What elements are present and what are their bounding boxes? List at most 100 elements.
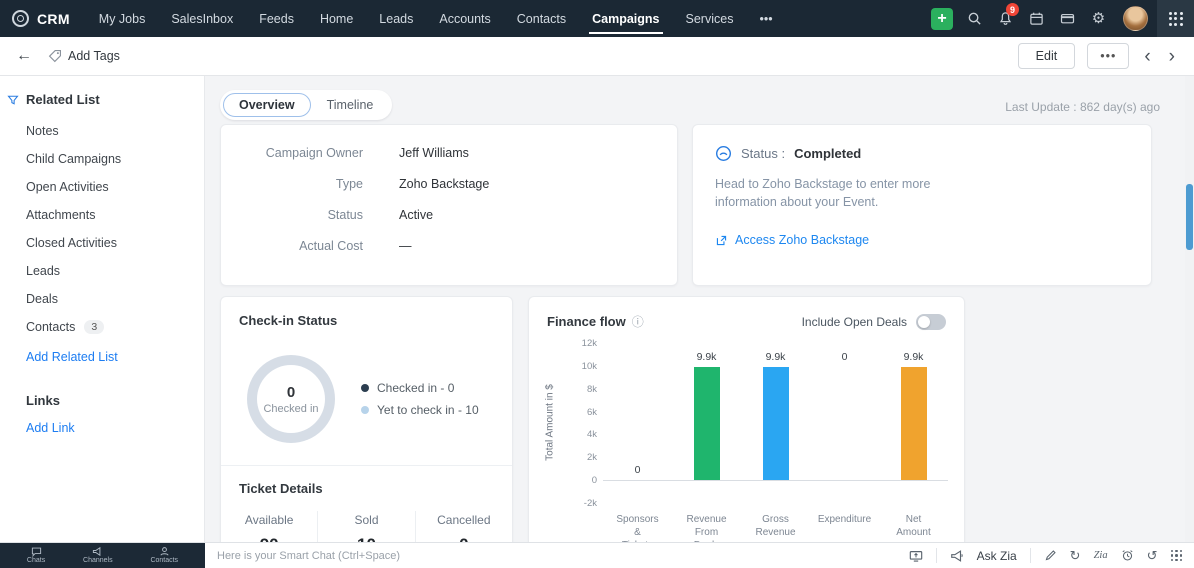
- add-tags-button[interactable]: Add Tags: [48, 49, 120, 63]
- detail-label: Actual Cost: [299, 239, 363, 253]
- ticket-col-value: 10: [318, 535, 414, 542]
- apps-grid-icon[interactable]: [1157, 0, 1194, 37]
- related-list-title: Related List: [26, 92, 100, 107]
- finance-chart-bar[interactable]: [693, 367, 720, 481]
- detail-row: Status Active: [221, 208, 677, 222]
- add-related-list-link[interactable]: Add Related List: [0, 341, 204, 373]
- finance-chart-category-label: Net Amount: [896, 514, 931, 538]
- settings-gear-icon[interactable]: ⚙: [1083, 0, 1114, 37]
- sidebar-item-label: Contacts: [26, 320, 76, 334]
- tab-timeline[interactable]: Timeline: [311, 93, 390, 117]
- previous-record-button[interactable]: ‹: [1141, 47, 1153, 66]
- sidebar-item-child-campaigns[interactable]: Child Campaigns: [0, 145, 204, 173]
- sidebar-item-notes[interactable]: Notes: [0, 117, 204, 145]
- detail-label: Campaign Owner: [265, 146, 363, 160]
- more-actions-button[interactable]: •••: [1087, 43, 1130, 69]
- info-icon[interactable]: ⓘ: [632, 313, 644, 330]
- finance-chart-value-label: 9.9k: [903, 351, 924, 363]
- zia-icon[interactable]: Zia: [1094, 550, 1108, 561]
- nav-item-home[interactable]: Home: [307, 0, 366, 37]
- add-link-link[interactable]: Add Link: [0, 412, 204, 444]
- finance-toggle-group: Include Open Deals: [801, 313, 946, 330]
- finance-chart-value-label: 0: [841, 351, 848, 363]
- detail-value-campaign-owner[interactable]: Jeff Williams: [399, 146, 469, 160]
- sidebar-item-open-activities[interactable]: Open Activities: [0, 173, 204, 201]
- sidebar-item-leads[interactable]: Leads: [0, 257, 204, 285]
- nav-item-salesinbox[interactable]: SalesInbox: [158, 0, 246, 37]
- dock-item-channels[interactable]: Channels: [83, 546, 113, 565]
- finance-chart-xlabels: Sponsors&Tickets RevenueFromDeals GrossRev…: [603, 513, 948, 542]
- ticket-col-available: Available 90: [221, 511, 317, 542]
- finance-chart-bar[interactable]: [762, 367, 789, 481]
- checkin-body: 0 Checked in Checked in - 0 Yet to check…: [221, 328, 512, 465]
- ticket-col-value: 90: [221, 535, 317, 542]
- navbar-actions: + 9 ⚙: [925, 0, 1194, 37]
- chat-apps-grid-icon[interactable]: [1170, 549, 1182, 562]
- dock-item-contacts[interactable]: Contacts: [150, 546, 178, 565]
- finance-chart-column: 9.9k: [879, 343, 948, 503]
- detail-value-status[interactable]: Active: [399, 208, 433, 222]
- brand[interactable]: CRM: [0, 10, 86, 27]
- nav-item-campaigns[interactable]: Campaigns: [579, 0, 672, 37]
- alarm-clock-icon[interactable]: [1121, 549, 1134, 562]
- finance-chart-ytick: 8k: [586, 383, 597, 395]
- next-record-button[interactable]: ›: [1166, 47, 1178, 66]
- ticket-details-section: Ticket Details Available 90 Sold 10 Canc…: [221, 466, 512, 542]
- sidebar-item-closed-activities[interactable]: Closed Activities: [0, 229, 204, 257]
- payments-card-icon[interactable]: [1052, 0, 1083, 37]
- vertical-scrollbar-thumb[interactable]: [1186, 184, 1193, 250]
- record-toolbar: ← Add Tags Edit ••• ‹ ›: [0, 37, 1194, 76]
- view-tabs: Overview Timeline: [220, 90, 393, 120]
- dock-item-chats[interactable]: Chats: [27, 546, 45, 565]
- sidebar-item-label: Attachments: [26, 208, 96, 222]
- checkin-donut-chart[interactable]: 0 Checked in: [247, 355, 335, 443]
- megaphone-icon: [93, 546, 101, 557]
- finance-chart-column: 0: [810, 343, 879, 503]
- ticket-col-label: Cancelled: [437, 513, 491, 527]
- smart-chat-input[interactable]: [205, 543, 897, 568]
- dock-label: Contacts: [150, 557, 179, 565]
- history-icon[interactable]: ↺: [1147, 549, 1158, 562]
- nav-item-my-jobs[interactable]: My Jobs: [86, 0, 159, 37]
- screen-share-icon[interactable]: [909, 549, 923, 563]
- detail-value-actual-cost[interactable]: —: [399, 239, 412, 253]
- filter-icon[interactable]: [7, 94, 19, 106]
- sidebar-item-deals[interactable]: Deals: [0, 285, 204, 313]
- finance-chart-column: 9.9k: [741, 343, 810, 503]
- finance-chart-ylabel: Total Amount in $: [544, 384, 556, 461]
- quick-create-button[interactable]: +: [931, 7, 953, 30]
- sidebar-item-label: Closed Activities: [26, 236, 118, 250]
- sidebar-item-contacts[interactable]: Contacts 3: [0, 313, 204, 341]
- nav-item-feeds[interactable]: Feeds: [246, 0, 307, 37]
- calendar-icon[interactable]: [1021, 0, 1052, 37]
- include-open-deals-label: Include Open Deals: [801, 314, 907, 329]
- detail-row: Campaign Owner Jeff Williams: [221, 146, 677, 160]
- nav-item-services[interactable]: Services: [673, 0, 747, 37]
- search-icon[interactable]: [959, 0, 990, 37]
- nav-item-contacts[interactable]: Contacts: [504, 0, 579, 37]
- include-open-deals-toggle[interactable]: [916, 313, 946, 330]
- nav-item-leads[interactable]: Leads: [366, 0, 426, 37]
- dock-label: Channels: [83, 557, 113, 565]
- ticket-col-label: Sold: [354, 513, 379, 527]
- edit-button[interactable]: Edit: [1017, 43, 1076, 69]
- ask-zia-button[interactable]: Ask Zia: [977, 549, 1017, 563]
- sidebar-item-attachments[interactable]: Attachments: [0, 201, 204, 229]
- finance-chart-bar[interactable]: [900, 367, 927, 481]
- vertical-scrollbar[interactable]: [1185, 76, 1194, 542]
- notifications-bell-icon[interactable]: 9: [990, 0, 1021, 37]
- back-button[interactable]: ←: [16, 47, 32, 65]
- detail-value-type[interactable]: Zoho Backstage: [399, 177, 489, 191]
- nav-item-more[interactable]: •••: [746, 0, 785, 37]
- access-backstage-link[interactable]: Access Zoho Backstage: [715, 233, 1129, 247]
- user-avatar[interactable]: [1123, 6, 1148, 31]
- tab-overview[interactable]: Overview: [223, 93, 311, 117]
- nav-item-accounts[interactable]: Accounts: [426, 0, 503, 37]
- finance-chart-ytick: 0: [591, 475, 597, 487]
- tag-icon: [48, 50, 61, 63]
- links-section-title: Links: [26, 393, 60, 408]
- legend-item-yet-to-check-in: Yet to check in - 10: [361, 403, 479, 417]
- compose-pen-icon[interactable]: [1044, 549, 1057, 562]
- announcement-icon[interactable]: [950, 549, 964, 563]
- refresh-icon[interactable]: ↻: [1070, 549, 1081, 562]
